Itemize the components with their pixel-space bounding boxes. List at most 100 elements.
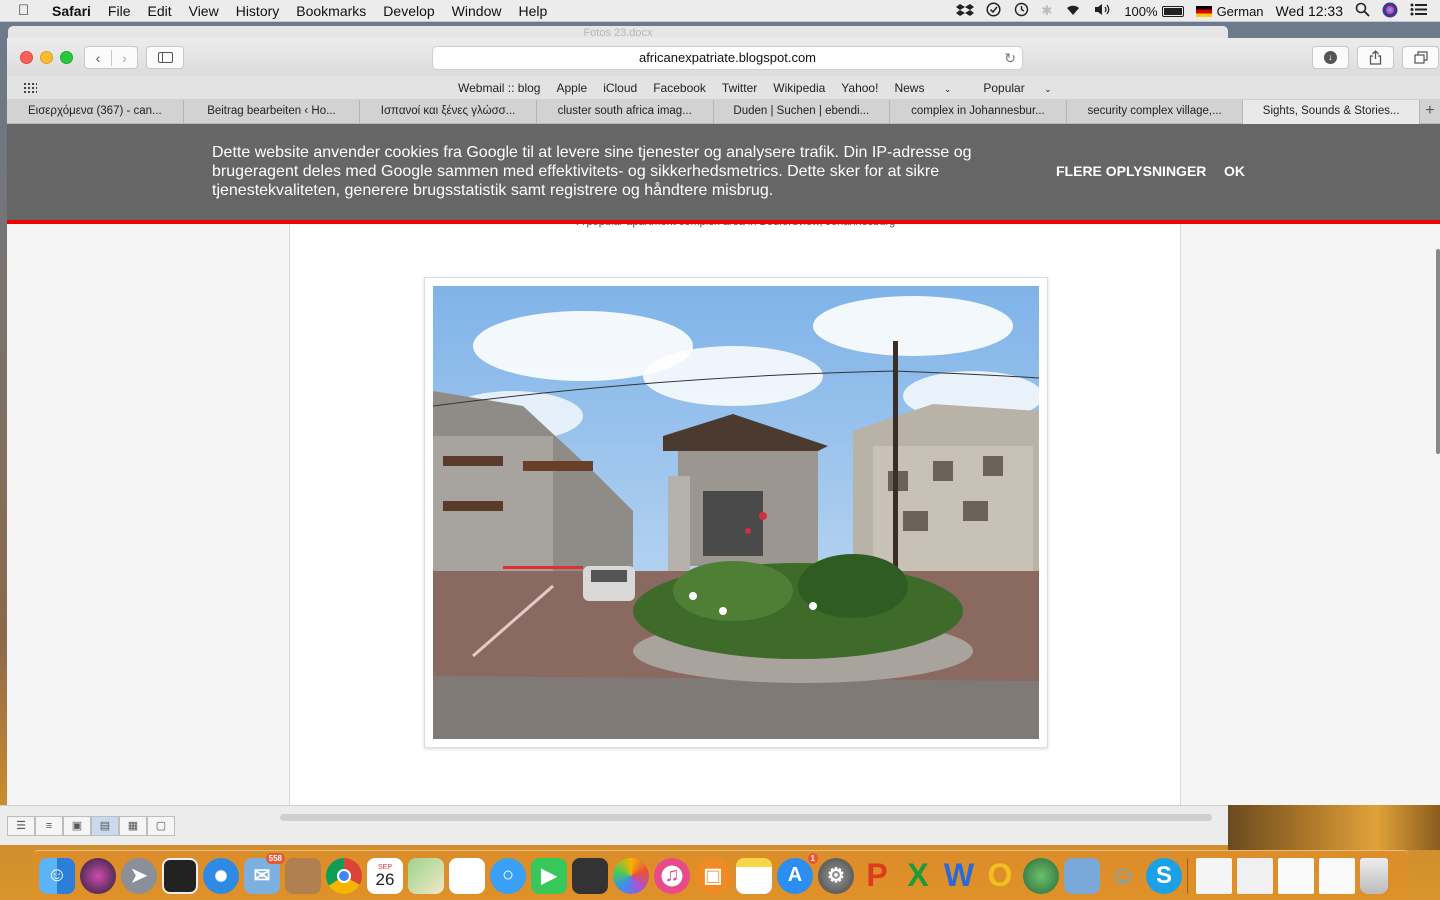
tab-cluster-south-africa[interactable]: cluster south africa imag... xyxy=(537,100,714,124)
favorite-wikipedia[interactable]: Wikipedia xyxy=(773,81,825,95)
word-icon[interactable]: W xyxy=(941,857,977,894)
task-check-icon[interactable] xyxy=(986,2,1001,20)
volume-icon[interactable] xyxy=(1094,3,1112,19)
launchpad-icon[interactable]: ➤ xyxy=(121,857,157,894)
powerpoint-icon[interactable]: P xyxy=(859,857,895,894)
cookie-more-info-link[interactable]: FLERE OPLYSNINGER xyxy=(1056,163,1206,179)
downloads-button[interactable]: ↓ xyxy=(1312,46,1349,69)
document-skype-thumbnail-icon[interactable] xyxy=(1237,857,1273,894)
messenger-people-icon[interactable]: ☺ xyxy=(1105,858,1141,894)
menu-bookmarks[interactable]: Bookmarks xyxy=(296,3,366,19)
word-document-thumbnail-icon-2[interactable] xyxy=(1319,857,1355,894)
siri-app-icon[interactable] xyxy=(80,857,116,894)
outline-view-icon[interactable]: ☰ xyxy=(7,816,35,836)
mail-unread-badge: 558 xyxy=(265,852,285,864)
favorite-facebook[interactable]: Facebook xyxy=(653,81,706,95)
notebook-view-icon[interactable]: ▦ xyxy=(119,816,147,836)
sidebar-toggle-button[interactable] xyxy=(146,46,184,69)
time-machine-icon[interactable] xyxy=(1013,2,1029,20)
wifi-icon[interactable] xyxy=(1064,3,1082,19)
itunes-icon[interactable]: ♫ xyxy=(654,857,690,894)
photo-booth-icon[interactable] xyxy=(162,857,198,894)
spotlight-search-icon[interactable] xyxy=(1355,2,1370,20)
app-store-badge: 1 xyxy=(807,852,818,864)
apartment-complex-photo[interactable] xyxy=(433,286,1039,739)
chrome-icon[interactable] xyxy=(326,857,362,894)
favorite-icloud[interactable]: iCloud xyxy=(603,81,637,95)
focus-view-icon[interactable]: ▢ xyxy=(147,816,175,836)
menu-develop[interactable]: Develop xyxy=(383,3,434,19)
forward-button[interactable]: › xyxy=(110,49,137,66)
favorite-apple[interactable]: Apple xyxy=(556,81,587,95)
top-sites-grid-icon[interactable] xyxy=(23,82,37,94)
menu-app-name[interactable]: Safari xyxy=(52,3,91,19)
contacts-icon[interactable] xyxy=(285,857,321,894)
system-preferences-icon[interactable]: ⚙ xyxy=(818,857,854,894)
notification-center-icon[interactable] xyxy=(1410,3,1428,19)
back-button[interactable]: ‹ xyxy=(85,50,111,66)
menu-view[interactable]: View xyxy=(189,3,219,19)
share-button[interactable] xyxy=(1357,46,1394,69)
input-source[interactable]: German xyxy=(1195,4,1264,19)
globe-app-icon[interactable] xyxy=(1023,857,1059,894)
close-window-button[interactable] xyxy=(20,51,33,64)
cookie-ok-button[interactable]: OK xyxy=(1224,163,1245,179)
maps-icon[interactable] xyxy=(408,857,444,894)
skype-icon[interactable]: S xyxy=(1146,857,1182,894)
photo-slideshow-icon[interactable] xyxy=(572,857,608,894)
menu-window[interactable]: Window xyxy=(452,3,502,19)
favorite-yahoo[interactable]: Yahoo! xyxy=(841,81,878,95)
trash-icon[interactable] xyxy=(1360,857,1388,894)
calendar-day: 26 xyxy=(375,869,395,889)
mail-app-icon[interactable]: ✉ 558 xyxy=(244,852,285,894)
safari-app-icon[interactable] xyxy=(203,857,239,894)
bluetooth-icon[interactable]: ✱ xyxy=(1041,3,1052,19)
facetime-icon[interactable]: ▶ xyxy=(531,857,567,894)
show-all-tabs-button[interactable] xyxy=(1402,46,1439,69)
battery-icon[interactable] xyxy=(1161,5,1184,17)
tab-duden[interactable]: Duden | Suchen | ebendi... xyxy=(714,100,891,124)
outlook-icon[interactable]: O xyxy=(982,857,1018,894)
dropbox-icon[interactable] xyxy=(956,3,975,20)
word-document-thumbnail-icon[interactable] xyxy=(1278,857,1314,894)
favorite-webmail[interactable]: Webmail :: blog xyxy=(458,81,540,95)
calendar-icon[interactable]: SEP 26 xyxy=(367,857,403,894)
document-thumbnail-icon[interactable] xyxy=(1196,857,1232,894)
tab-spanish-languages[interactable]: Ισπανοί και ξένες γλώσσ... xyxy=(360,100,537,124)
draft-view-icon[interactable]: ≡ xyxy=(35,816,63,836)
reload-icon[interactable]: ↻ xyxy=(1004,47,1016,69)
menu-help[interactable]: Help xyxy=(518,3,547,19)
excel-icon[interactable]: X xyxy=(900,857,936,894)
tab-inbox[interactable]: Εισερχόμενα (367) - can... xyxy=(7,100,184,124)
vertical-scrollbar[interactable] xyxy=(1436,249,1440,454)
menu-file[interactable]: File xyxy=(108,3,131,19)
favorite-popular[interactable]: Popular ⌄ xyxy=(983,81,1067,95)
new-tab-button[interactable]: + xyxy=(1420,100,1440,123)
address-bar[interactable]: africanexpatriate.blogspot.com ↻ xyxy=(432,46,1023,70)
messages-icon[interactable]: ○ xyxy=(490,857,526,894)
clock[interactable]: Wed 12:33 xyxy=(1276,3,1343,19)
apple-menu-icon[interactable]:  xyxy=(18,2,38,19)
menu-history[interactable]: History xyxy=(236,3,280,19)
zoom-window-button[interactable] xyxy=(60,51,73,64)
tab-edit-post[interactable]: Beitrag bearbeiten ‹ Ho... xyxy=(184,100,361,124)
favorite-twitter[interactable]: Twitter xyxy=(722,81,757,95)
photos-icon[interactable] xyxy=(613,857,649,894)
siri-icon[interactable] xyxy=(1382,2,1398,21)
app-store-icon[interactable]: A1 xyxy=(777,852,818,894)
tab-sights-sounds-stories[interactable]: Sights, Sounds & Stories... xyxy=(1243,100,1420,124)
reminders-icon[interactable] xyxy=(449,857,485,894)
notes-icon[interactable] xyxy=(736,857,772,894)
tab-complex-johannesburg[interactable]: complex in Johannesbur... xyxy=(890,100,1067,124)
tab-security-complex[interactable]: security complex village,... xyxy=(1067,100,1244,124)
minimize-window-button[interactable] xyxy=(40,51,53,64)
menu-edit[interactable]: Edit xyxy=(147,3,171,19)
ibooks-icon[interactable]: ▣ xyxy=(695,857,731,894)
horizontal-scrollbar[interactable] xyxy=(280,814,1212,821)
finder-icon[interactable]: ☺ xyxy=(39,857,75,894)
publishing-view-icon[interactable]: ▣ xyxy=(63,816,91,836)
favorite-news[interactable]: News ⌄ xyxy=(894,81,967,95)
print-layout-view-icon[interactable]: ▤ xyxy=(91,816,119,836)
battery-percent[interactable]: 100% xyxy=(1124,4,1157,19)
image-capture-icon[interactable] xyxy=(1064,857,1100,894)
